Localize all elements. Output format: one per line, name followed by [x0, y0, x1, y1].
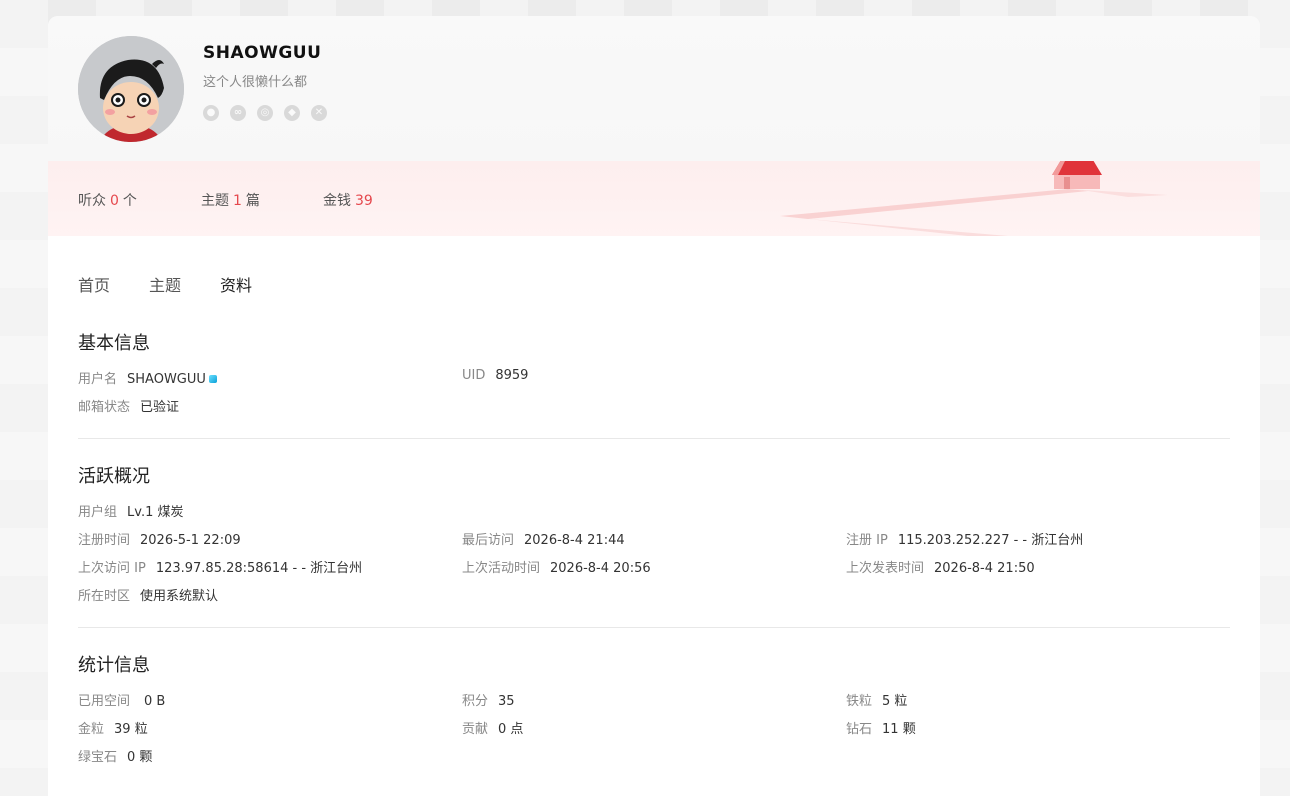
field-value: 0 颗 [127, 750, 153, 765]
qq-icon[interactable]: ● [203, 105, 219, 121]
points-row: 积分 35 [462, 690, 515, 709]
stat-topics[interactable]: 主题 1 篇 [201, 190, 260, 210]
stat-unit: 篇 [245, 193, 260, 209]
field-value: 2026-8-4 21:44 [524, 533, 625, 548]
diamond-row: 钻石 11 颗 [846, 718, 916, 737]
stat-value: 1 [233, 193, 242, 209]
field-label: 金粒 [78, 722, 105, 737]
timezone-row: 所在时区 使用系统默认 [78, 585, 218, 604]
field-value: 0 点 [498, 722, 524, 737]
username-value: SHAOWGUU [127, 372, 217, 387]
field-label: 上次访问 IP [78, 561, 146, 576]
username: SHAOWGUU [203, 43, 322, 63]
field-value: 已验证 [140, 400, 180, 415]
uid-row: UID 8959 [462, 368, 528, 383]
field-value[interactable]: Lv.1 煤炭 [127, 505, 183, 520]
contribution-row: 贡献 0 点 [462, 718, 523, 737]
field-value: 123.97.85.28:58614 - - 浙江台州 [155, 561, 363, 576]
profile-header: SHAOWGUU 这个人很懒什么都 ● ∞ ◎ ◆ ✕ [48, 16, 1260, 161]
stat-value: 39 [355, 193, 373, 209]
profile-tabs: 首页 主题 资料 [78, 272, 291, 296]
avatar[interactable] [78, 36, 184, 142]
divider [78, 627, 1230, 628]
email-status-row: 邮箱状态 已验证 [78, 396, 179, 415]
stat-listeners[interactable]: 听众 0 个 [78, 190, 137, 210]
divider [78, 438, 1230, 439]
stat-money[interactable]: 金钱 39 [323, 190, 377, 210]
field-value: 0 B [144, 694, 166, 709]
avatar-illustration [78, 36, 184, 142]
tab-profile[interactable]: 资料 [220, 272, 252, 296]
field-label: 所在时区 [78, 589, 131, 604]
stat-label: 听众 [78, 193, 106, 209]
activity-title: 活跃概况 [78, 466, 150, 487]
username-row: 用户名 SHAOWGUU [78, 368, 217, 387]
tab-topics[interactable]: 主题 [149, 272, 181, 296]
last-post-row: 上次发表时间 2026-8-4 21:50 [846, 557, 1035, 576]
field-label: 贡献 [462, 722, 489, 737]
field-label: 钻石 [846, 722, 873, 737]
field-label: 注册 IP [846, 533, 888, 548]
field-value: 2026-8-4 20:56 [550, 561, 651, 576]
reg-time-row: 注册时间 2026-5-1 22:09 [78, 529, 241, 548]
basic-info-title: 基本信息 [78, 333, 150, 354]
stat-label: 金钱 [323, 193, 351, 209]
stat-value: 0 [110, 193, 119, 209]
stat-unit: 个 [122, 193, 137, 209]
field-label: 用户名 [78, 372, 118, 387]
field-label: 邮箱状态 [78, 400, 131, 415]
stat-label: 主题 [201, 193, 229, 209]
field-value: 2026-8-4 21:50 [934, 561, 1035, 576]
field-label: 上次发表时间 [846, 561, 925, 576]
field-value: 8959 [495, 368, 529, 383]
emerald-row: 绿宝石 0 颗 [78, 746, 152, 765]
field-label: UID [462, 368, 486, 383]
github-icon[interactable]: ◆ [284, 105, 300, 121]
statistics-title: 统计信息 [78, 655, 150, 676]
wechat-icon[interactable]: ◎ [257, 105, 273, 121]
iron-row: 铁粒 5 粒 [846, 690, 907, 709]
field-value: 115.203.252.227 - - 浙江台州 [897, 533, 1084, 548]
field-value: 5 粒 [882, 694, 908, 709]
field-label: 铁粒 [846, 694, 873, 709]
field-label: 积分 [462, 694, 489, 709]
field-label: 注册时间 [78, 533, 131, 548]
last-active-row: 上次活动时间 2026-8-4 20:56 [462, 557, 651, 576]
user-group-row: 用户组 Lv.1 煤炭 [78, 501, 183, 520]
field-value: SHAOWGUU [127, 372, 206, 387]
field-label: 最后访问 [462, 533, 515, 548]
gold-row: 金粒 39 粒 [78, 718, 148, 737]
field-label: 上次活动时间 [462, 561, 541, 576]
tab-home[interactable]: 首页 [78, 272, 110, 296]
house-road-illustration [780, 161, 1168, 236]
field-label: 绿宝石 [78, 750, 118, 765]
field-value: 35 [498, 694, 515, 709]
stats-band: 听众 0 个 主题 1 篇 金钱 39 [48, 161, 1260, 236]
field-label: 已用空间 [78, 694, 131, 709]
verified-badge-icon [208, 375, 217, 383]
reg-ip-row: 注册 IP 115.203.252.227 - - 浙江台州 [846, 529, 1083, 548]
space-row: 已用空间 0 B [78, 690, 165, 709]
weibo-icon[interactable]: ∞ [230, 105, 246, 121]
xbox-icon[interactable]: ✕ [311, 105, 327, 121]
last-ip-row: 上次访问 IP 123.97.85.28:58614 - - 浙江台州 [78, 557, 362, 576]
field-value: 11 颗 [882, 722, 916, 737]
profile-card: SHAOWGUU 这个人很懒什么都 ● ∞ ◎ ◆ ✕ 听众 0 个 主题 1 篇 金钱… [48, 16, 1260, 796]
field-value: 39 粒 [114, 722, 148, 737]
signature: 这个人很懒什么都 [203, 75, 308, 90]
field-value: 2026-5-1 22:09 [140, 533, 241, 548]
last-visit-row: 最后访问 2026-8-4 21:44 [462, 529, 625, 548]
social-links: ● ∞ ◎ ◆ ✕ [203, 105, 327, 121]
field-value: 使用系统默认 [140, 589, 219, 604]
field-label: 用户组 [78, 505, 118, 520]
